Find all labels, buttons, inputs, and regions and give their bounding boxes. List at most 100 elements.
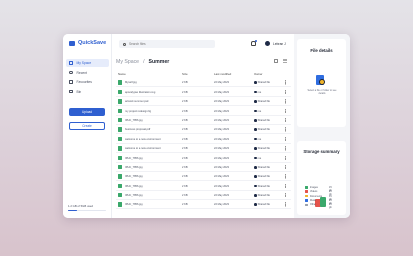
more-options-icon[interactable] <box>285 174 286 179</box>
file-date: 22 May 2023 <box>214 203 229 207</box>
sidebar-item-bin[interactable]: Bin <box>66 88 109 96</box>
sidebar-item-favourites[interactable]: Favourites <box>66 78 109 86</box>
breadcrumb-current: Summer <box>148 59 170 65</box>
more-options-icon[interactable] <box>285 89 286 95</box>
file-name: IPHC_7856.jpg <box>125 203 143 207</box>
more-options-icon[interactable] <box>285 99 286 104</box>
sidebar-item-label: Favourites <box>76 80 92 84</box>
owner-avatar <box>254 128 257 131</box>
search-box[interactable] <box>119 40 215 48</box>
more-options-icon[interactable] <box>285 108 286 113</box>
user-name[interactable]: Lebran J <box>273 42 286 46</box>
table-row[interactable]: welcome to a new environment 2 KB 22 May 2… <box>116 144 291 154</box>
file-owner: me <box>254 110 261 113</box>
avatar[interactable] <box>265 41 270 46</box>
more-options-icon[interactable] <box>285 193 286 198</box>
right-panel: File details Select a file or folder to … <box>294 34 350 218</box>
column-size[interactable]: Size <box>182 72 188 76</box>
file-owner: Shared file <box>254 175 270 178</box>
upload-button[interactable]: Upload <box>69 108 105 116</box>
owner-label: Shared file <box>257 165 270 169</box>
file-date: 22 May 2023 <box>214 90 229 94</box>
table-row[interactable]: Myself.jpg 2 KB 22 May 2023 Shared file <box>116 78 291 88</box>
main-panel: Lebran J My Space / Summer Name Size Las… <box>111 34 294 218</box>
storage-usage-fill <box>68 209 78 211</box>
owner-avatar <box>254 147 257 150</box>
list-view-icon[interactable] <box>283 59 287 63</box>
sidebar-item-recent[interactable]: Recent <box>66 69 109 77</box>
file-icon <box>118 146 122 151</box>
more-options-icon[interactable] <box>285 202 286 207</box>
folder-icon <box>69 61 73 65</box>
owner-label: Shared file <box>257 147 270 151</box>
column-name[interactable]: Name <box>118 72 126 76</box>
more-options-icon[interactable] <box>285 183 286 189</box>
owner-avatar <box>254 165 257 169</box>
more-options-icon[interactable] <box>285 80 286 85</box>
file-name: IPHC_7856.jpg <box>125 194 143 198</box>
folder-logo-icon <box>69 40 75 46</box>
file-size: 2 KB <box>182 194 188 198</box>
table-row[interactable]: IPHC_7856.jpg 2 KB 22 May 2023 Shared file <box>116 200 291 210</box>
notification-dot <box>255 40 257 42</box>
file-icon <box>118 164 122 170</box>
table-row[interactable]: IPHC_7856.jpg 2 KB 22 May 2023 Shared file <box>116 116 291 125</box>
owner-label: me <box>257 109 262 113</box>
file-owner: me <box>254 91 261 94</box>
storage-type-label: Videos <box>310 190 318 194</box>
sidebar-nav: My Space Recent Favourites Bin <box>66 59 109 97</box>
file-date: 22 May 2023 <box>214 165 229 169</box>
table-row[interactable]: my project redesign.fig 2 KB 22 May 2023 me <box>116 106 291 116</box>
table-row[interactable]: IPHC_7856.jpg 2 KB 22 May 2023 me <box>116 153 291 163</box>
file-owner: me <box>254 157 261 160</box>
owner-label: Shared file <box>257 194 270 198</box>
file-owner: Shared file <box>254 100 270 103</box>
table-row[interactable]: welcome to a new environment 2 KB 22 May 2… <box>116 134 291 144</box>
table-row[interactable]: artwork summer.psd 2 KB 22 May 2023 Shared … <box>116 97 291 107</box>
file-icon <box>118 117 122 123</box>
file-size: 2 KB <box>182 100 188 104</box>
table-row[interactable]: apocalypse illustration.svg 2 KB 22 May 20… <box>116 87 291 97</box>
column-owner[interactable]: Owner <box>254 72 263 76</box>
file-name: artwork summer.psd <box>125 100 149 104</box>
file-name: my project redesign.fig <box>125 109 152 113</box>
owner-label: me <box>257 90 262 94</box>
storage-type-label: Documents <box>310 194 323 198</box>
clock-icon <box>69 70 73 75</box>
storage-usage-text: 1.2 GB of 5GB used <box>68 204 94 208</box>
sidebar-item-my-space[interactable]: My Space <box>66 59 109 67</box>
table-row[interactable]: business proposal.pdf 2 KB 22 May 2023 Shar… <box>116 125 291 135</box>
column-last-modified[interactable]: Last modified <box>214 72 231 76</box>
breadcrumb-parent[interactable]: My Space <box>116 59 139 65</box>
table-row[interactable]: IPHC_7856.jpg 2 KB 22 May 2023 Shared file <box>116 163 291 172</box>
file-name: business proposal.pdf <box>125 128 151 132</box>
file-date: 22 May 2023 <box>214 156 229 160</box>
file-name: IPHC_7856.jpg <box>125 184 143 188</box>
table-row[interactable]: IPHC_7856.jpg 2 KB 22 May 2023 Shared file <box>116 181 291 191</box>
app-window: QuickSave My Space Recent Favourites Bin… <box>63 34 350 218</box>
file-date: 22 May 2023 <box>214 81 229 85</box>
create-button[interactable]: Create <box>69 122 105 130</box>
file-date: 22 May 2023 <box>214 118 229 122</box>
file-icon <box>118 174 122 179</box>
file-name: Myself.jpg <box>125 81 137 85</box>
file-date: 22 May 2023 <box>214 137 229 141</box>
more-options-icon[interactable] <box>285 164 286 170</box>
storage-usage: 1.2 GB of 5GB used <box>68 204 106 211</box>
file-size: 2 KB <box>182 175 188 179</box>
owner-label: Shared file <box>257 175 270 179</box>
brand[interactable]: QuickSave <box>69 40 106 46</box>
owner-avatar <box>254 175 257 178</box>
more-options-icon[interactable] <box>285 146 286 151</box>
storage-type-label: Music <box>310 198 317 202</box>
more-options-icon[interactable] <box>285 117 286 123</box>
more-options-icon[interactable] <box>285 155 286 160</box>
search-input[interactable] <box>129 42 209 46</box>
file-icon <box>118 127 122 132</box>
more-options-icon[interactable] <box>285 127 286 132</box>
search-icon <box>123 42 126 46</box>
table-row[interactable]: IPHC_7856.jpg 2 KB 22 May 2023 Shared file <box>116 172 291 182</box>
more-options-icon[interactable] <box>285 136 286 142</box>
table-row[interactable]: IPHC_7856.jpg 2 KB 22 May 2023 Shared file <box>116 191 291 201</box>
info-icon[interactable] <box>274 59 278 63</box>
